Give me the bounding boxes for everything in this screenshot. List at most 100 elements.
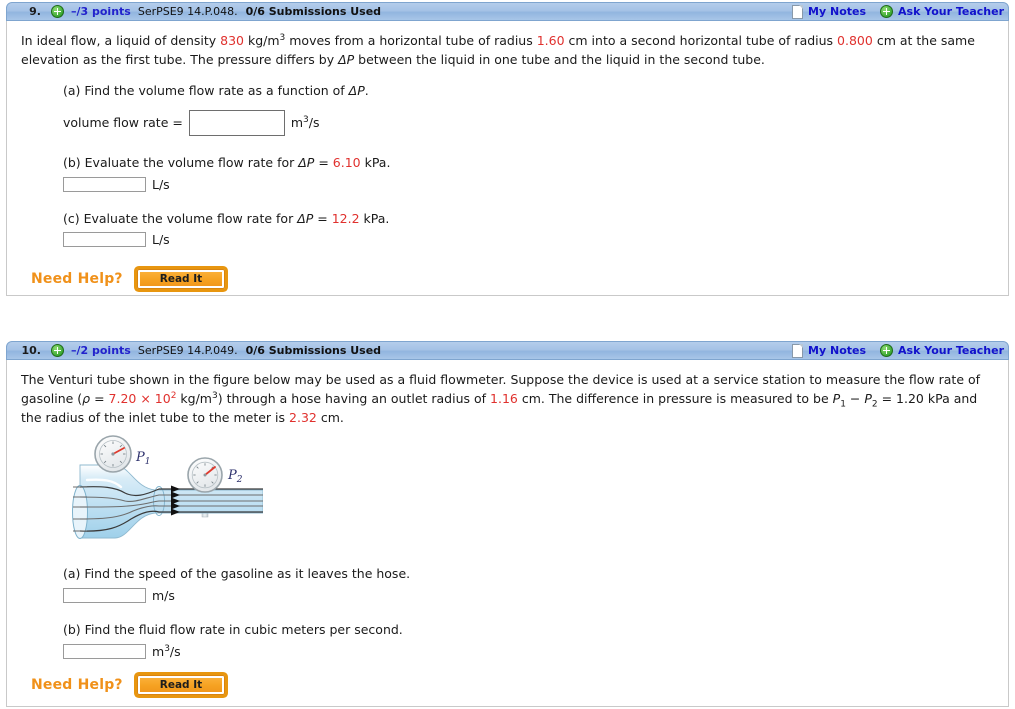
question-code: SerPSE9 14.P.049. — [137, 344, 238, 357]
question-body-9: In ideal flow, a liquid of density 830 k… — [6, 21, 1009, 296]
unit-base: m — [152, 643, 165, 659]
part-b-answer-input[interactable] — [63, 176, 146, 192]
delta-p-symbol: ΔP — [338, 52, 355, 67]
note-page-icon[interactable] — [792, 4, 804, 19]
stem-text: kg/m — [243, 33, 280, 48]
unit-suffix: /s — [169, 643, 181, 659]
question-header-right-10: My Notes Ask Your Teacher — [792, 343, 1004, 358]
ask-your-teacher-link[interactable]: Ask Your Teacher — [898, 5, 1004, 18]
stem-text: kg/m — [176, 391, 212, 406]
part-b-answer-input[interactable] — [63, 643, 146, 659]
unit-base: m — [290, 115, 304, 131]
ask-your-teacher-link[interactable]: Ask Your Teacher — [898, 344, 1004, 357]
expand-plus-icon[interactable] — [51, 344, 64, 357]
need-help-row-9: Need Help? Read It — [31, 269, 996, 290]
p2-symbol: P — [864, 391, 872, 406]
part-a-prompt-text: (a) Find the volume flow rate as a funct… — [63, 83, 349, 98]
part-b-unit: L/s — [152, 176, 170, 192]
part-b-unit: m3/s — [152, 644, 181, 659]
ask-teacher-plus-icon[interactable] — [880, 5, 894, 18]
part-b-equals: = — [314, 154, 333, 170]
radius2-value: 0.800 — [837, 33, 873, 48]
expand-plus-icon[interactable] — [51, 5, 64, 18]
question-body-10: The Venturi tube shown in the figure bel… — [6, 360, 1009, 707]
points-label[interactable]: –/3 points — [71, 5, 131, 18]
question-panel-10: 10. –/2 points SerPSE9 14.P.049. 0/6 Sub… — [6, 341, 1009, 707]
question-code: SerPSE9 14.P.048. — [137, 5, 238, 18]
rho-symbol: ρ — [82, 391, 91, 406]
stem-text: moves from a horizontal tube of radius — [285, 33, 537, 48]
density-value: 7.20 × 102 — [109, 391, 177, 406]
ask-teacher-plus-icon[interactable] — [880, 344, 894, 357]
part-b: (b) Find the fluid flow rate in cubic me… — [63, 621, 996, 659]
part-a-unit: m/s — [152, 587, 175, 603]
outlet-radius-value: 1.16 — [490, 391, 518, 406]
part-c-delta-p: ΔP — [297, 210, 314, 226]
part-a-delta-p: ΔP — [348, 83, 365, 98]
pressure-gauge-2 — [187, 457, 223, 493]
stem-text: − — [845, 391, 865, 406]
unit-suffix: /s — [308, 115, 320, 131]
question-number: 9. — [29, 5, 41, 18]
my-notes-link[interactable]: My Notes — [808, 5, 866, 18]
part-a-answer-row: m/s — [63, 587, 996, 603]
question-parts-10: (a) Find the speed of the gasoline as it… — [63, 565, 996, 659]
pressure-gauge-1 — [94, 435, 132, 473]
part-b-prompt-end: kPa. — [360, 154, 391, 170]
stem-text: cm. — [316, 410, 344, 425]
submissions-used: 0/6 Submissions Used — [245, 344, 382, 357]
part-a: (a) Find the volume flow rate as a funct… — [63, 82, 996, 136]
stem-text: cm into a second horizontal tube of radi… — [564, 33, 838, 48]
part-c: (c) Evaluate the volume flow rate for ΔP… — [63, 210, 996, 248]
part-a-inline-label: volume flow rate = — [63, 115, 183, 131]
part-c-prompt-end: kPa. — [359, 210, 390, 226]
part-b-answer-row: L/s — [63, 176, 996, 192]
part-a: (a) Find the speed of the gasoline as it… — [63, 565, 996, 603]
submissions-used: 0/6 Submissions Used — [245, 5, 382, 18]
part-c-answer-row: L/s — [63, 232, 996, 248]
question-parts-9: (a) Find the volume flow rate as a funct… — [63, 82, 996, 248]
need-help-label: Need Help? — [31, 676, 123, 693]
read-it-button[interactable]: Read It — [136, 674, 226, 695]
part-a-answer-input[interactable] — [63, 587, 146, 603]
density-value: 830 — [220, 33, 244, 48]
points-label[interactable]: –/2 points — [71, 344, 131, 357]
stem-text: between the liquid in one tube and the l… — [354, 52, 765, 67]
question-header-9: 9. –/3 points SerPSE9 14.P.048. 0/6 Subm… — [6, 2, 1009, 21]
stem-text: = — [90, 391, 109, 406]
part-a-unit: m3/s — [291, 115, 320, 130]
part-c-unit: L/s — [152, 232, 170, 248]
venturi-tube-figure: P1 P2 — [63, 435, 263, 550]
my-notes-link[interactable]: My Notes — [808, 344, 866, 357]
part-b: (b) Evaluate the volume flow rate for ΔP… — [63, 154, 996, 192]
question-header-left-10: 10. –/2 points SerPSE9 14.P.049. 0/6 Sub… — [7, 344, 792, 357]
question-number: 10. — [21, 344, 42, 357]
question-header-right-9: My Notes Ask Your Teacher — [792, 4, 1004, 19]
need-help-row-10: Need Help? Read It — [31, 674, 996, 695]
need-help-label: Need Help? — [31, 271, 123, 288]
part-b-answer-row: m3/s — [63, 643, 996, 659]
inlet-radius-value: 2.32 — [289, 410, 317, 425]
part-b-prompt-text: (b) Evaluate the volume flow rate for — [63, 154, 299, 170]
part-a-answer-input[interactable] — [188, 109, 285, 136]
part-a-prompt-end: . — [364, 83, 369, 98]
part-a-prompt: (a) Find the speed of the gasoline as it… — [63, 566, 411, 581]
part-c-equals: = — [313, 210, 332, 226]
part-b-prompt: (b) Find the fluid flow rate in cubic me… — [63, 621, 403, 637]
part-a-prompt: (a) Find the volume flow rate as a funct… — [63, 82, 996, 101]
question-panel-9: 9. –/3 points SerPSE9 14.P.048. 0/6 Subm… — [6, 2, 1009, 296]
part-b-delta-p: ΔP — [298, 154, 315, 170]
figure-label-p2: P2 — [227, 468, 243, 485]
note-page-icon[interactable] — [792, 343, 804, 358]
question-stem-10: The Venturi tube shown in the figure bel… — [21, 370, 996, 427]
read-it-button[interactable]: Read It — [136, 269, 226, 290]
question-header-left-9: 9. –/3 points SerPSE9 14.P.048. 0/6 Subm… — [7, 5, 792, 18]
stem-text: In ideal flow, a liquid of density — [21, 33, 221, 48]
radius1-value: 1.60 — [536, 33, 565, 48]
stem-text: cm. The difference in pressure is measur… — [517, 391, 833, 406]
stem-text: ) through a hose having an outlet radius… — [217, 391, 491, 406]
part-b-prompt: (b) Evaluate the volume flow rate for ΔP… — [63, 154, 996, 173]
density-mantissa: 7.20 × 10 — [108, 391, 171, 406]
part-c-answer-input[interactable] — [63, 232, 146, 248]
part-c-prompt-text: (c) Evaluate the volume flow rate for — [63, 210, 298, 226]
